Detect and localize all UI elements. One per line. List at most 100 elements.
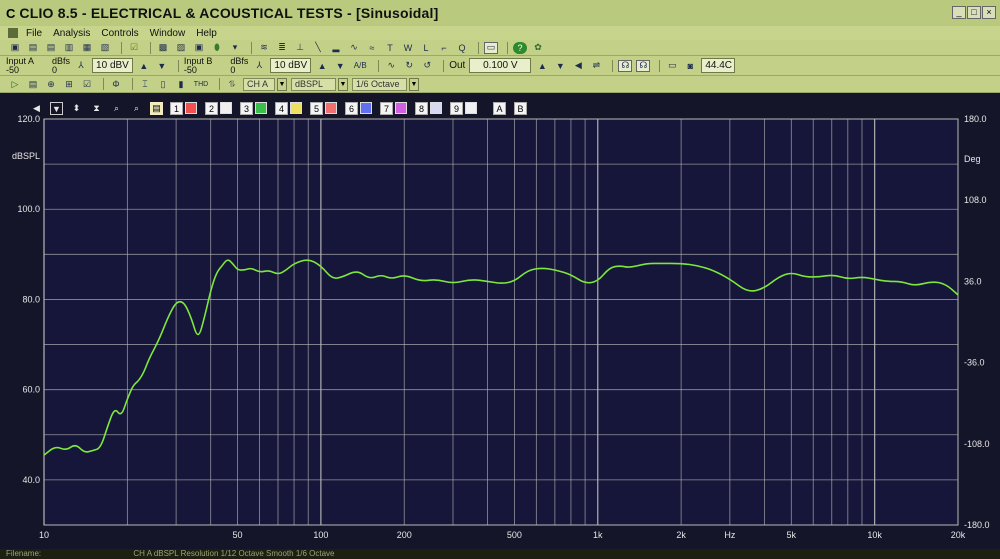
help-icon[interactable]: ? xyxy=(513,41,527,54)
input-b-down-icon[interactable]: ▼ xyxy=(333,60,347,72)
menu-window[interactable]: Window xyxy=(150,28,186,39)
minimize-button[interactable]: _ xyxy=(952,6,966,19)
memory-slot-3-color[interactable] xyxy=(255,102,267,114)
marker-icon[interactable]: Φ xyxy=(109,78,123,90)
input-b-up-icon[interactable]: ▲ xyxy=(315,60,329,72)
memory-slot-1-button[interactable]: 1 xyxy=(170,101,183,115)
memory-slot-4-color[interactable] xyxy=(290,102,302,114)
overlay-b-button[interactable]: B xyxy=(514,101,527,115)
loop2-icon[interactable]: ↺ xyxy=(420,60,434,72)
memory-slot-5-color[interactable] xyxy=(325,102,337,114)
output-down-icon[interactable]: ▼ xyxy=(553,60,567,72)
open-icon[interactable]: ▥ xyxy=(62,42,76,54)
zoom-out-icon[interactable]: ⌕ xyxy=(130,102,143,115)
about-icon[interactable]: ✿ xyxy=(531,42,545,54)
memory-slot-5-button[interactable]: 5 xyxy=(310,101,323,115)
delay-icon[interactable]: ⊞ xyxy=(62,78,76,90)
export-icon[interactable]: ▦ xyxy=(80,42,94,54)
notes-icon[interactable]: ▨ xyxy=(174,42,188,54)
zoom-in-icon[interactable]: ⌕ xyxy=(110,102,123,115)
smoothing-select[interactable]: 1/6 Octave xyxy=(352,77,407,91)
ab-button[interactable]: A/B xyxy=(351,60,369,72)
memory-slot-8-color[interactable] xyxy=(430,102,442,114)
close-button[interactable]: × xyxy=(982,6,996,19)
go-icon[interactable]: ▷ xyxy=(8,78,22,90)
monitor-icon[interactable]: ▭ xyxy=(484,41,498,54)
compare-icon[interactable]: ▯ xyxy=(156,78,170,90)
autorange-b-icon[interactable]: ⅄ xyxy=(252,60,266,72)
memory-slot-2-button[interactable]: 2 xyxy=(205,101,218,115)
memory-slot-7-color[interactable] xyxy=(395,102,407,114)
input-a-range-field[interactable]: 10 dBV xyxy=(92,58,133,73)
input-b-range-field[interactable]: 10 dBV xyxy=(270,58,312,73)
math-icon[interactable]: ⌶ xyxy=(138,78,152,90)
rta-icon[interactable]: ≣ xyxy=(275,42,289,54)
menu-controls[interactable]: Controls xyxy=(101,28,138,39)
thd-button[interactable]: THD xyxy=(192,78,210,90)
output-level-field[interactable]: 0.100 V xyxy=(469,58,532,73)
memory-slot-6-color[interactable] xyxy=(360,102,372,114)
plot-area[interactable] xyxy=(43,118,959,526)
checkbox-icon[interactable]: ☑ xyxy=(127,42,141,54)
save-icon[interactable]: ▤ xyxy=(26,42,40,54)
sound-level-icon[interactable]: ◙ xyxy=(683,60,697,72)
image-icon[interactable]: ▩ xyxy=(156,42,170,54)
output-up-icon[interactable]: ▲ xyxy=(535,60,549,72)
memory-slot-3-button[interactable]: 3 xyxy=(240,101,253,115)
unit-select[interactable]: dBSPL xyxy=(291,77,336,91)
impulse-icon[interactable]: ⊥ xyxy=(293,42,307,54)
dropdown-icon[interactable]: ▾ xyxy=(228,42,242,54)
menu-analysis[interactable]: Analysis xyxy=(53,28,90,39)
maximize-button[interactable]: □ xyxy=(967,6,981,19)
print-icon[interactable]: ▧ xyxy=(98,42,112,54)
slope-icon[interactable]: ╲ xyxy=(311,42,325,54)
save-settings-icon[interactable]: ▤ xyxy=(26,78,40,90)
frequency-response-plot[interactable]: 120.0100.080.060.040.0dBSPL180.0108.036.… xyxy=(0,93,1000,549)
cursor-icon[interactable]: ◀ xyxy=(30,102,43,115)
memory-slot-9-color[interactable] xyxy=(465,102,477,114)
scale-fit-icon[interactable]: ⧗ xyxy=(90,102,103,115)
trace-settings-icon[interactable]: ⥮ xyxy=(225,78,239,90)
input-a-down-icon[interactable]: ▼ xyxy=(155,60,169,72)
menu-file[interactable]: File xyxy=(26,28,42,39)
zoom-icon[interactable]: ⊕ xyxy=(44,78,58,90)
autorange-a-icon[interactable]: ⅄ xyxy=(74,60,88,72)
channel-dropdown-icon[interactable]: ▼ xyxy=(277,77,287,91)
wf-icon[interactable]: W xyxy=(401,42,415,54)
memory-slot-6-button[interactable]: 6 xyxy=(345,101,358,115)
overlay-a-button[interactable]: A xyxy=(493,101,506,115)
speaker-icon[interactable]: ◀ xyxy=(571,60,585,72)
generator-wave-icon[interactable]: ∿ xyxy=(384,60,398,72)
smoothing-dropdown-icon[interactable]: ▼ xyxy=(409,77,419,91)
copy-icon[interactable]: ▣ xyxy=(192,42,206,54)
sweep-icon[interactable]: ⌐ xyxy=(437,42,451,54)
notes-overlay-icon[interactable]: ▤ xyxy=(150,101,163,115)
ts-icon[interactable]: T xyxy=(383,42,397,54)
fft-icon[interactable]: ≋ xyxy=(257,42,271,54)
memory-slot-2-color[interactable] xyxy=(220,102,232,114)
phantom-a-icon[interactable]: ☊ xyxy=(618,59,633,72)
process-icon[interactable]: ▮ xyxy=(174,78,188,90)
check-icon[interactable]: ☑ xyxy=(80,78,94,90)
channel-select[interactable]: CH A xyxy=(243,77,275,91)
save-as-icon[interactable]: ▤ xyxy=(44,42,58,54)
input-a-up-icon[interactable]: ▲ xyxy=(137,60,151,72)
memory-slot-1-color[interactable] xyxy=(185,102,197,114)
balance-icon[interactable]: ⇌ xyxy=(589,60,603,72)
eraser-icon[interactable]: ⬮ xyxy=(210,42,224,54)
bar-icon[interactable]: ▂ xyxy=(329,42,343,54)
loop-icon[interactable]: ↻ xyxy=(402,60,416,72)
battery-icon[interactable]: ▭ xyxy=(665,60,679,72)
leq-icon[interactable]: L xyxy=(419,42,433,54)
menu-help[interactable]: Help xyxy=(196,28,217,39)
waterfall-icon[interactable]: ≈ xyxy=(365,42,379,54)
memory-slot-8-button[interactable]: 8 xyxy=(415,101,428,115)
memory-slot-9-button[interactable]: 9 xyxy=(450,101,463,115)
sinusoidal-icon[interactable]: ∿ xyxy=(347,42,361,54)
document-icon[interactable] xyxy=(8,28,18,38)
cursor-select-icon[interactable]: ▼ xyxy=(50,101,63,115)
memory-slot-7-button[interactable]: 7 xyxy=(380,101,393,115)
new-file-icon[interactable]: ▣ xyxy=(8,42,22,54)
phantom-b-icon[interactable]: ☊ xyxy=(636,59,651,72)
scale-vertical-icon[interactable]: ⬍ xyxy=(70,102,83,115)
